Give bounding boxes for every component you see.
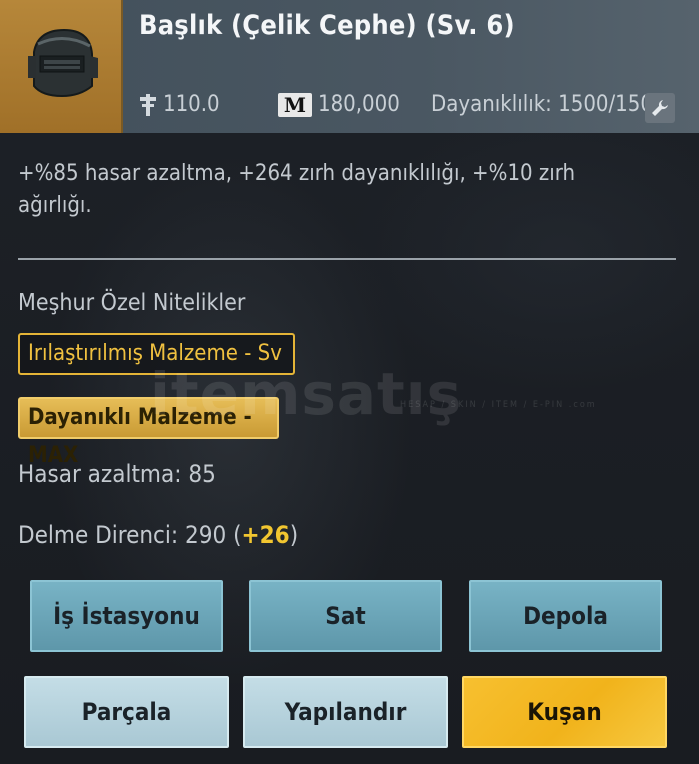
penetration-resistance-stat: Delme Direnci: 290 (+26) [18,521,298,549]
penetration-bonus: +26 [241,521,290,549]
item-header: Başlık (Çelik Cephe) (Sv. 6) 110.0 M 180… [0,0,699,133]
repair-button[interactable] [645,93,675,123]
configure-button[interactable]: Yapılandır [243,676,448,748]
special-attributes-title: Meşhur Özel Nitelikler [18,290,246,316]
helmet-icon [28,28,98,98]
storage-button[interactable]: Depola [469,580,662,652]
penetration-suffix: ) [289,521,299,549]
dismantle-button[interactable]: Parçala [24,676,229,748]
equip-button[interactable]: Kuşan [462,676,667,748]
weight-value: 110.0 [163,92,220,117]
item-description: +%85 hasar azaltma, +264 zırh dayanıklıl… [18,161,576,218]
watermark-logo: itemsatış [150,360,463,428]
price-value: 180,000 [318,92,400,117]
divider [18,258,676,260]
penetration-prefix: Delme Direnci: 290 ( [18,521,242,549]
item-title: Başlık (Çelik Cephe) (Sv. 6) [139,10,515,41]
durability-label: Dayanıklılık: 1500/1500 [431,92,666,117]
watermark-subtext: HESAP / SKIN / ITEM / E-PIN .com [400,400,597,410]
sell-button[interactable]: Sat [249,580,442,652]
durability-stat: Dayanıklılık: 1500/1500 [431,92,666,117]
damage-reduction-stat: Hasar azaltma: 85 [18,460,216,488]
wrench-icon [652,100,668,116]
weight-icon [139,93,157,116]
workbench-button[interactable]: İş İstasyonu [30,580,223,652]
item-thumbnail [0,0,123,133]
weight-stat: 110.0 [139,92,220,117]
price-m-icon: M [278,92,312,117]
price-stat: M 180,000 [278,92,400,117]
